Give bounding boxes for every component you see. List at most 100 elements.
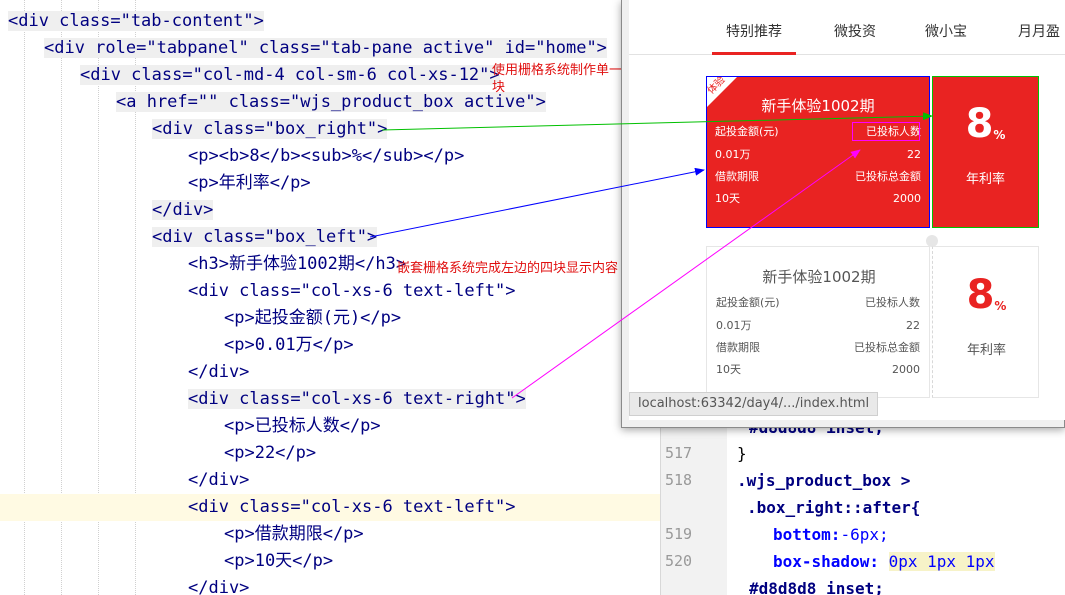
tab-micro-treasure[interactable]: 微小宝 — [916, 18, 976, 55]
status-url: localhost:63342/day4/.../index.html — [629, 392, 879, 416]
min-invest-label: 起投金额(元) — [715, 125, 779, 138]
browser-window: 特别推荐 微投资 微小宝 月月盈 体验 新手体验1002期 起投金额(元) 已投… — [621, 0, 1065, 428]
code-line: <div class="tab-content"> — [0, 8, 660, 35]
code-text: <p>0.01万</p> — [224, 335, 354, 355]
code-text: <p>年利率</p> — [188, 173, 311, 193]
css-text: -6px; — [840, 525, 889, 544]
total-label: 已投标总金额 — [855, 170, 921, 183]
code-text: </div> — [188, 362, 250, 382]
box-left: 新手体验1002期 起投金额(元) 已投标人数 0.01万 22 借款期限 已投… — [706, 246, 930, 398]
css-text: #d8d8d8 inset; — [749, 579, 884, 595]
code-line: <div class="box_left"> — [0, 224, 660, 251]
annotation-nested-note: 嵌套栅格系统完成左边的四块显示内容 — [397, 261, 619, 276]
css-line: box-shadow: 0px 1px 1px — [773, 548, 995, 575]
code-line: <div class="box_right"> — [0, 116, 660, 143]
code-line: <p>10天</p> — [0, 548, 660, 575]
css-code-editor[interactable]: 517 518 519 520 #d8d8d8 inset; } .wjs_pr… — [660, 418, 1065, 595]
css-line: .wjs_product_box > — [737, 467, 910, 494]
css-text: box-shadow: — [773, 552, 889, 571]
product-box[interactable]: 新手体验1002期 起投金额(元) 已投标人数 0.01万 22 借款期限 已投… — [706, 246, 1039, 398]
investors-value: 22 — [906, 319, 920, 332]
line-number: 517 — [665, 444, 693, 462]
min-invest-value: 0.01万 — [715, 148, 751, 161]
rate-value: 8% — [933, 271, 1040, 328]
code-line: </div> — [0, 467, 660, 494]
code-line-current: <div class="col-xs-6 text-left"> — [0, 494, 660, 521]
investors-label: 已投标人数 — [866, 125, 921, 138]
rate-label: 年利率 — [966, 343, 1006, 358]
css-text: } — [737, 444, 747, 463]
code-line: <p>0.01万</p> — [0, 332, 660, 359]
term-value: 10天 — [715, 192, 740, 205]
rate-number: 8 — [966, 272, 995, 318]
total-value: 2000 — [892, 363, 920, 376]
tab-special[interactable]: 特别推荐 — [712, 18, 796, 55]
code-line: <div role="tabpanel" class="tab-pane act… — [0, 35, 660, 62]
css-line: .box_right::after{ — [747, 494, 920, 521]
term-label: 借款期限 — [715, 170, 759, 183]
box-right: 8% 年利率 — [932, 246, 1039, 398]
code-text: <p>借款期限</p> — [224, 524, 364, 544]
code-text: <p>起投金额(元)</p> — [224, 308, 402, 328]
code-line: </div> — [0, 197, 660, 224]
rate-value: 8% — [932, 100, 1039, 157]
line-number: 518 — [665, 471, 693, 489]
code-text: <div class="box_left"> — [152, 227, 378, 247]
code-line: <p>22</p> — [0, 440, 660, 467]
tab-monthly[interactable]: 月月盈 — [1009, 18, 1065, 55]
code-text: </div> — [152, 200, 214, 220]
code-line: <p>借款期限</p> — [0, 521, 660, 548]
rate-number: 8 — [965, 101, 994, 147]
css-line: } — [737, 440, 747, 467]
code-text: <p><b>8</b><sub>%</sub></p> — [188, 146, 465, 166]
code-text: <div class="col-xs-6 text-left"> — [188, 497, 516, 517]
term-value: 10天 — [716, 363, 741, 376]
code-text: <h3>新手体验1002期</h3> — [188, 254, 407, 274]
code-text: <div role="tabpanel" class="tab-pane act… — [44, 38, 607, 58]
css-text: bottom: — [773, 525, 841, 544]
code-text: <p>22</p> — [224, 443, 317, 463]
code-text: <div class="box_right"> — [152, 119, 388, 139]
html-code-editor[interactable]: <div class="tab-content"> <div role="tab… — [0, 0, 660, 595]
product-title: 新手体验1002期 — [762, 268, 876, 286]
product-title: 新手体验1002期 — [761, 97, 875, 115]
code-text: </div> — [188, 470, 250, 490]
code-line: <div class="col-xs-6 text-left"> — [0, 278, 660, 305]
total-value: 2000 — [893, 192, 921, 205]
rate-unit: % — [994, 299, 1007, 313]
term-label: 借款期限 — [716, 341, 760, 354]
css-line: #d8d8d8 inset; — [749, 575, 884, 595]
investors-value: 22 — [907, 148, 921, 161]
line-number-gutter: 517 518 519 520 — [661, 428, 727, 595]
tab-micro-invest[interactable]: 微投资 — [825, 18, 885, 55]
code-text: <p>10天</p> — [224, 551, 334, 571]
code-text: <div class="col-xs-6 text-left"> — [188, 281, 516, 301]
browser-viewport: 特别推荐 微投资 微小宝 月月盈 体验 新手体验1002期 起投金额(元) 已投… — [629, 0, 1065, 420]
box-right: 8% 年利率 — [932, 76, 1039, 228]
code-text: </div> — [188, 578, 250, 595]
code-line: </div> — [0, 359, 660, 386]
code-line: <p>年利率</p> — [0, 170, 660, 197]
code-line: </div> — [0, 575, 660, 595]
code-text: <div class="col-md-4 col-sm-6 col-xs-12"… — [80, 65, 500, 85]
code-text: <div class="col-xs-6 text-right"> — [188, 389, 526, 409]
total-label: 已投标总金额 — [854, 341, 920, 354]
investors-label: 已投标人数 — [865, 296, 920, 309]
code-line: <p>已投标人数</p> — [0, 413, 660, 440]
code-line: <p><b>8</b><sub>%</sub></p> — [0, 143, 660, 170]
rate-unit: % — [993, 128, 1006, 142]
code-text: <a href="" class="wjs_product_box active… — [116, 92, 546, 112]
product-box-active[interactable]: 体验 新手体验1002期 起投金额(元) 已投标人数 0.01万 22 借款期限… — [706, 75, 1039, 228]
css-text: 0px 1px 1px — [888, 552, 995, 571]
min-invest-label: 起投金额(元) — [716, 296, 780, 309]
rate-label: 年利率 — [965, 172, 1005, 187]
css-text: .wjs_product_box > — [737, 471, 911, 490]
min-invest-value: 0.01万 — [716, 319, 752, 332]
css-text: .box_right::after{ — [747, 498, 921, 517]
code-line: <div class="col-xs-6 text-right"> — [0, 386, 660, 413]
line-number: 520 — [665, 552, 693, 570]
line-number: 519 — [665, 525, 693, 543]
css-line: bottom:-6px; — [773, 521, 889, 548]
code-text: <p>已投标人数</p> — [224, 416, 381, 436]
code-line: <p>起投金额(元)</p> — [0, 305, 660, 332]
